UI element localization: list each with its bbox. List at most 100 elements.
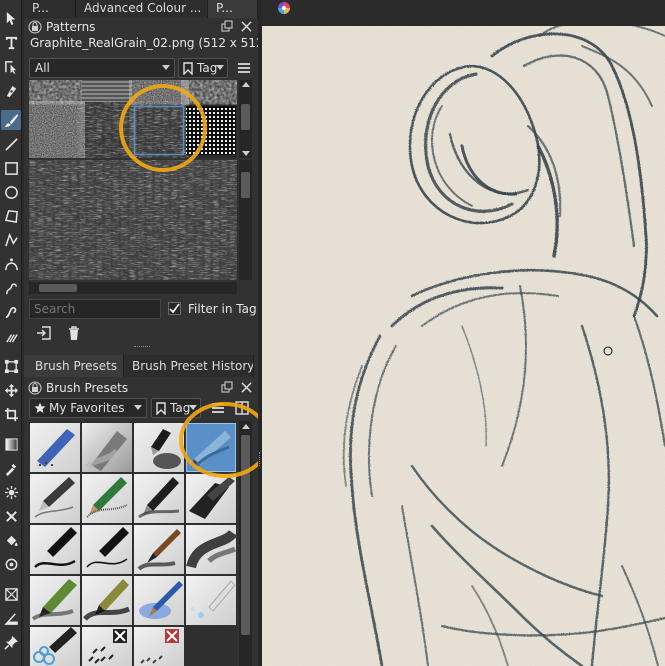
text-icon[interactable] [1,32,21,52]
pattern-tile[interactable] [30,80,80,102]
pattern-file-info: Graphite_RealGrain_02.png (512 x 512) [30,36,269,50]
calligraphy-icon[interactable] [1,80,21,100]
brush-tag-button[interactable]: Tag [151,398,201,418]
pattern-tile[interactable] [134,80,184,102]
float-icon[interactable] [220,19,234,33]
measure-icon[interactable] [1,554,21,574]
close-icon[interactable] [239,380,253,394]
brush-preset-tile[interactable] [30,474,80,523]
bezier-icon[interactable] [1,254,21,274]
tab-brush-preset-history[interactable]: Brush Preset History [124,355,254,377]
brush-preset-tile[interactable] [134,576,184,625]
pattern-tile[interactable] [30,106,80,155]
brush-preset-tile[interactable] [186,525,237,574]
pattern-tile[interactable] [82,80,132,102]
freehand-brush-icon[interactable] [1,110,21,130]
rectangle-icon[interactable] [1,158,21,178]
freehand-path-icon[interactable] [1,278,21,298]
view-mode-icon[interactable] [234,400,250,416]
pattern-tag-button[interactable]: Tag [178,58,228,78]
brush-preset-tile[interactable] [134,474,184,523]
brush-preset-tile[interactable] [82,627,132,666]
tab-p-left[interactable]: P... [24,0,76,18]
scroll-thumb[interactable] [241,435,250,635]
brush-preset-tile[interactable] [186,576,236,625]
pattern-tile[interactable] [82,106,132,155]
ellipse-icon[interactable] [1,182,21,202]
brush-preset-tile[interactable] [30,576,80,625]
brush-preset-tile[interactable] [30,627,80,666]
lock-icon[interactable] [28,381,42,395]
pattern-grid-scrollbar[interactable] [239,80,252,158]
chevron-down-icon [134,405,142,410]
brush-preset-tile[interactable] [186,474,236,523]
brush-preset-tile[interactable] [82,576,132,625]
patterns-title: Patterns [46,19,96,34]
brush-preset-tile[interactable] [82,423,132,472]
bookmark-icon [183,62,193,75]
toolbox [0,0,22,666]
transform-icon[interactable] [1,356,21,376]
scroll-thumb[interactable] [241,104,250,130]
tab-p-right[interactable]: P... [208,0,258,18]
brush-tag-label: Tag [170,401,191,415]
select-icon[interactable] [1,8,21,28]
brush-preset-tile[interactable] [134,627,184,666]
splitter-handle[interactable] [134,346,150,348]
brush-preset-tile[interactable] [30,525,80,574]
dynamic-brush-icon[interactable] [1,302,21,322]
brush-presets-title: Brush Presets [46,380,129,395]
preview-v-scrollbar[interactable] [239,160,252,280]
dock-panel: P... Advanced Colour ... P... Patterns G… [24,0,268,666]
brush-preset-tile[interactable] [134,525,184,574]
brush-preset-tile[interactable] [134,423,184,472]
reference-icon[interactable] [1,584,21,604]
line-icon[interactable] [1,134,21,154]
filter-in-tag-label: Filter in Tag [188,302,257,316]
scroll-thumb[interactable] [241,172,250,198]
tab-advanced-colour[interactable]: Advanced Colour ... [76,0,208,18]
menu-icon[interactable] [236,60,252,76]
filter-in-tag-checkbox[interactable] [168,302,181,315]
brush-preset-tile[interactable] [30,423,80,472]
fill-icon[interactable] [1,530,21,550]
color-picker-icon[interactable] [1,458,21,478]
close-icon[interactable] [239,19,253,33]
pattern-tile[interactable] [186,106,236,155]
polyline-icon[interactable] [1,230,21,250]
brush-preset-grid [29,421,237,666]
pattern-tile[interactable] [186,80,236,102]
pattern-tile-selected[interactable] [133,105,185,156]
delete-icon[interactable] [66,325,82,341]
pin-icon[interactable] [1,632,21,652]
drawing-canvas[interactable] [262,26,665,666]
brush-preset-tile[interactable] [82,525,132,574]
multibrush-icon[interactable] [1,326,21,346]
pattern-filter-select[interactable]: All [29,58,175,78]
pan-icon[interactable] [1,608,21,628]
crop-icon[interactable] [1,404,21,424]
move-icon[interactable] [1,380,21,400]
import-icon[interactable] [36,325,52,341]
krita-logo-icon [278,2,290,14]
pattern-search-input[interactable] [29,299,161,319]
edit-shapes-icon[interactable] [1,56,21,76]
scroll-thumb[interactable] [39,284,77,292]
chevron-down-icon [162,65,170,70]
brush-grid-scrollbar[interactable] [239,421,252,666]
menu-icon[interactable] [210,400,226,416]
lock-icon[interactable] [28,20,42,34]
polygon-icon[interactable] [1,206,21,226]
smart-patch-icon[interactable] [1,482,21,502]
brush-preset-tile[interactable] [82,474,132,523]
preview-h-scrollbar[interactable] [29,282,237,294]
chevron-down-icon [189,405,197,410]
brush-filter-select[interactable]: My Favorites [29,398,147,418]
brush-preset-tile-selected[interactable] [186,423,236,472]
assistant-icon[interactable] [1,506,21,526]
gradient-icon[interactable] [1,434,21,454]
checkmark-icon [169,303,180,314]
tab-brush-presets[interactable]: Brush Presets [24,355,124,377]
chevron-down-icon [216,65,224,70]
float-icon[interactable] [220,380,234,394]
